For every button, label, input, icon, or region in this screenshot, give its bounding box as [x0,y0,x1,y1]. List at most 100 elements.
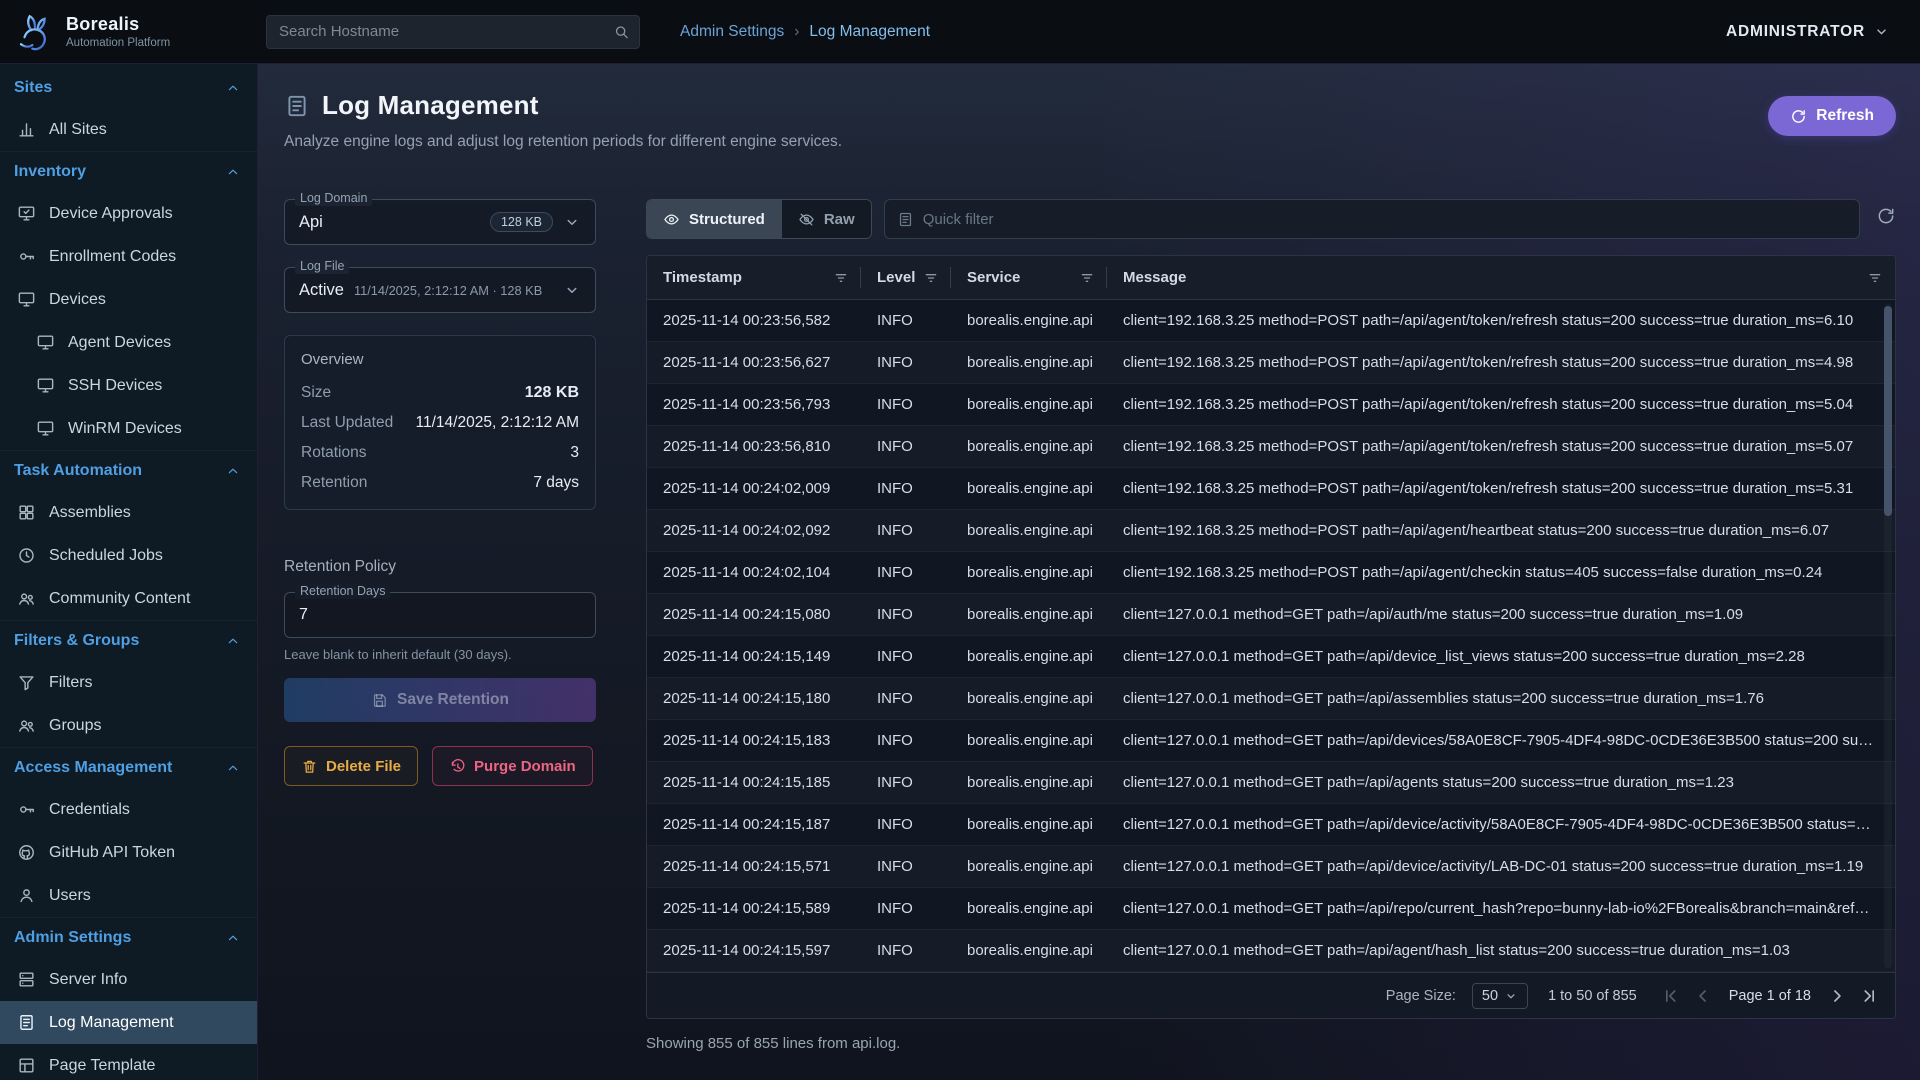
sidebar-item-label: Credentials [49,801,130,819]
log-row[interactable]: 2025-11-14 00:24:02,009INFOborealis.engi… [647,468,1895,510]
sidebar-item-devices[interactable]: Devices [0,278,257,321]
column-label: Service [967,269,1020,286]
section-header-access-management[interactable]: Access Management [0,748,257,788]
structured-toggle[interactable]: Structured [647,200,781,238]
purge-domain-button[interactable]: Purge Domain [432,746,593,786]
sidebar-item-community-content[interactable]: Community Content [0,577,257,620]
section-header-inventory[interactable]: Inventory [0,152,257,192]
sidebar-item-groups[interactable]: Groups [0,704,257,747]
sidebar-item-page-template[interactable]: Page Template [0,1044,257,1080]
log-row[interactable]: 2025-11-14 00:24:15,187INFOborealis.engi… [647,804,1895,846]
save-retention-button[interactable]: Save Retention [284,678,596,722]
filter-icon[interactable] [833,270,849,286]
log-service: borealis.engine.api [951,522,1107,539]
overview-value: 7 days [533,474,579,492]
sidebar-item-log-management[interactable]: Log Management [0,1001,257,1044]
main-content: Log Management Analyze engine logs and a… [258,64,1920,1080]
reload-logs-button[interactable] [1876,206,1896,232]
user-menu[interactable]: ADMINISTRATOR [1726,23,1890,41]
sidebar-item-credentials[interactable]: Credentials [0,788,257,831]
log-file-select[interactable]: Log File Active 11/14/2025, 2:12:12 AM ·… [284,267,596,313]
filter-icon[interactable] [1079,270,1095,286]
section-header-admin-settings[interactable]: Admin Settings [0,918,257,958]
log-row[interactable]: 2025-11-14 00:24:02,092INFOborealis.engi… [647,510,1895,552]
next-page-button[interactable] [1825,984,1849,1008]
page-size-select[interactable]: 50 [1472,983,1528,1009]
overview-value: 11/14/2025, 2:12:12 AM [416,414,579,432]
sidebar-item-scheduled-jobs[interactable]: Scheduled Jobs [0,534,257,577]
sidebar-item-enrollment-codes[interactable]: Enrollment Codes [0,235,257,278]
log-service: borealis.engine.api [951,564,1107,581]
sidebar-item-device-approvals[interactable]: Device Approvals [0,192,257,235]
log-domain-select[interactable]: Log Domain Api 128 KB [284,199,596,245]
last-page-button[interactable] [1857,984,1881,1008]
log-row[interactable]: 2025-11-14 00:24:15,149INFOborealis.engi… [647,636,1895,678]
sidebar-item-github-api-token[interactable]: GitHub API Token [0,831,257,874]
section-header-task-automation[interactable]: Task Automation [0,451,257,491]
log-level: INFO [861,774,951,791]
column-header-service[interactable]: Service [951,256,1107,299]
sidebar-item-server-info[interactable]: Server Info [0,958,257,1001]
log-row[interactable]: 2025-11-14 00:23:56,582INFOborealis.engi… [647,300,1895,342]
sidebar-item-all-sites[interactable]: All Sites [0,108,257,151]
prev-page-button[interactable] [1691,984,1715,1008]
log-level: INFO [861,354,951,371]
delete-file-label: Delete File [326,758,401,775]
section-header-sites[interactable]: Sites [0,68,257,108]
breadcrumb-admin-settings[interactable]: Admin Settings [680,23,784,41]
section-header-filters-groups[interactable]: Filters & Groups [0,621,257,661]
log-row[interactable]: 2025-11-14 00:24:15,183INFOborealis.engi… [647,720,1895,762]
log-row[interactable]: 2025-11-14 00:24:15,597INFOborealis.engi… [647,930,1895,972]
delete-file-button[interactable]: Delete File [284,746,418,786]
nav-section-access-management: Access Management Credentials GitHub API T… [0,747,257,917]
grid-icon [17,503,36,522]
log-level: INFO [861,900,951,917]
first-page-button[interactable] [1659,984,1683,1008]
sidebar-item-ssh-devices[interactable]: SSH Devices [0,364,257,407]
scrollbar-thumb[interactable] [1884,306,1892,516]
sidebar-item-winrm-devices[interactable]: WinRM Devices [0,407,257,450]
refresh-icon [1876,206,1896,226]
log-row[interactable]: 2025-11-14 00:24:15,185INFOborealis.engi… [647,762,1895,804]
raw-toggle[interactable]: Raw [781,200,871,238]
table-scrollbar[interactable] [1884,304,1892,968]
log-row[interactable]: 2025-11-14 00:24:15,571INFOborealis.engi… [647,846,1895,888]
log-row[interactable]: 2025-11-14 00:24:15,180INFOborealis.engi… [647,678,1895,720]
brand-subtitle: Automation Platform [66,37,170,49]
log-row[interactable]: 2025-11-14 00:23:56,793INFOborealis.engi… [647,384,1895,426]
sidebar-item-agent-devices[interactable]: Agent Devices [0,321,257,364]
retention-days-input[interactable] [299,606,581,624]
page-header: Log Management Analyze engine logs and a… [284,64,1896,151]
log-service: borealis.engine.api [951,900,1107,917]
column-header-message[interactable]: Message [1107,256,1895,299]
log-row[interactable]: 2025-11-14 00:24:15,589INFOborealis.engi… [647,888,1895,930]
log-timestamp: 2025-11-14 00:24:15,149 [647,648,861,665]
log-row[interactable]: 2025-11-14 00:24:02,104INFOborealis.engi… [647,552,1895,594]
sidebar-item-users[interactable]: Users [0,874,257,917]
filter-icon[interactable] [1867,270,1883,286]
sidebar-item-assemblies[interactable]: Assemblies [0,491,257,534]
monitor-check-icon [17,204,36,223]
brand-title: Borealis [66,14,170,35]
log-table: Timestamp Level Service [646,255,1896,1019]
breadcrumb-log-management[interactable]: Log Management [809,23,930,41]
filter-icon[interactable] [923,270,939,286]
layout-icon [17,1056,36,1075]
log-service: borealis.engine.api [951,816,1107,833]
log-file-meta: 11/14/2025, 2:12:12 AM · 128 KB [354,283,553,298]
breadcrumb-separator: › [794,23,799,41]
log-service: borealis.engine.api [951,690,1107,707]
monitor-icon [36,333,55,352]
log-level: INFO [861,312,951,329]
log-row[interactable]: 2025-11-14 00:23:56,810INFOborealis.engi… [647,426,1895,468]
log-row[interactable]: 2025-11-14 00:24:15,080INFOborealis.engi… [647,594,1895,636]
refresh-button[interactable]: Refresh [1768,96,1896,136]
sidebar-item-filters[interactable]: Filters [0,661,257,704]
brand[interactable]: Borealis Automation Platform [0,11,258,53]
quick-filter-input[interactable] [923,211,1847,228]
search-input[interactable] [266,15,640,49]
retention-days-field: Retention Days [284,592,596,638]
log-row[interactable]: 2025-11-14 00:23:56,627INFOborealis.engi… [647,342,1895,384]
column-header-timestamp[interactable]: Timestamp [647,256,861,299]
column-header-level[interactable]: Level [861,256,951,299]
